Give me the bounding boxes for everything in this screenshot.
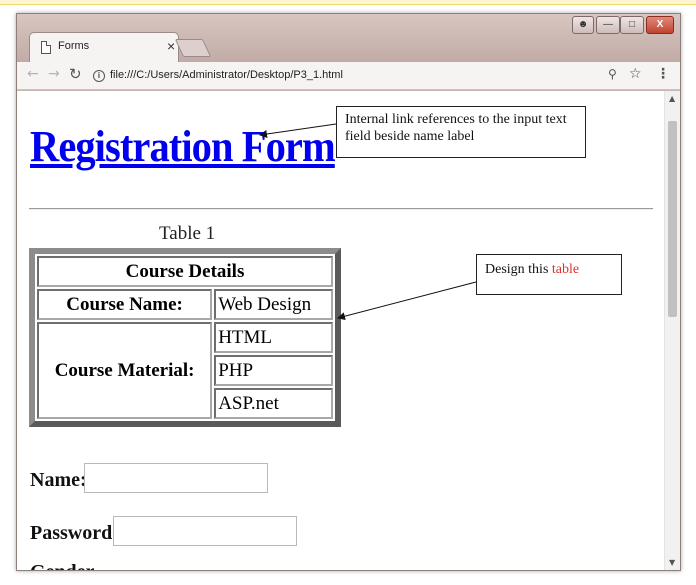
address-bar[interactable]: file:///C:/Users/Administrator/Desktop/P…	[110, 69, 343, 81]
user-profile-icon[interactable]: ☻	[572, 16, 594, 34]
zoom-icon[interactable]: ⚲	[608, 67, 617, 81]
top-highlight-band	[0, 0, 696, 5]
forward-arrow-icon[interactable]: →	[48, 66, 60, 82]
table-caption: Table 1	[159, 223, 216, 244]
reload-icon[interactable]: ↻	[69, 65, 82, 83]
course-details-table: Course Details Course Name: Web Design C…	[29, 248, 341, 427]
table-annotation-text: Design this	[485, 262, 552, 277]
bookmark-star-icon[interactable]: ☆	[629, 66, 642, 82]
info-icon[interactable]: i	[93, 70, 105, 82]
registration-form-link[interactable]: Registration Form	[30, 121, 336, 172]
page-icon	[41, 41, 51, 54]
browser-toolbar: ← → ↻ i file:///C:/Users/Administrator/D…	[17, 62, 680, 90]
course-name-label: Course Name:	[37, 289, 213, 320]
vertical-scrollbar[interactable]: ▲ ▼	[664, 91, 680, 570]
minimize-button[interactable]: —	[596, 16, 620, 34]
maximize-button[interactable]: □	[620, 16, 644, 34]
scroll-down-icon[interactable]: ▼	[669, 558, 675, 567]
horizontal-rule	[29, 208, 653, 210]
tab-title: Forms	[58, 40, 90, 52]
page-viewport: Registration Form Table 1 Course Details…	[17, 91, 680, 570]
close-window-button[interactable]: X	[646, 16, 674, 34]
gender-label: Gender	[30, 561, 94, 570]
browser-tab[interactable]: Forms ×	[29, 32, 179, 62]
scroll-up-icon[interactable]: ▲	[669, 94, 675, 103]
link-annotation-box: Internal link references to the input te…	[336, 106, 586, 158]
back-arrow-icon[interactable]: ←	[27, 66, 39, 82]
course-details-header: Course Details	[37, 256, 333, 287]
course-material-label: Course Material:	[37, 322, 213, 419]
menu-dots-icon[interactable]: ⋮	[656, 66, 670, 82]
name-label: Name:	[30, 469, 87, 491]
course-material-item: HTML	[214, 322, 333, 353]
course-material-item: PHP	[214, 355, 333, 386]
password-label: Password:	[30, 522, 119, 544]
new-tab-button[interactable]	[174, 39, 212, 57]
table-annotation-box: Design this table	[476, 254, 622, 295]
course-name-value: Web Design	[214, 289, 333, 320]
name-input[interactable]	[84, 463, 268, 493]
table-annotation-accent: table	[551, 262, 580, 277]
course-material-item: ASP.net	[214, 388, 333, 419]
scroll-thumb[interactable]	[668, 121, 677, 317]
link-annotation-text: Internal link references to the input te…	[345, 112, 567, 144]
browser-titlebar: Forms × ☻ — □ X	[17, 14, 680, 62]
tab-close-button[interactable]: ×	[167, 38, 175, 54]
password-input[interactable]	[113, 516, 297, 546]
